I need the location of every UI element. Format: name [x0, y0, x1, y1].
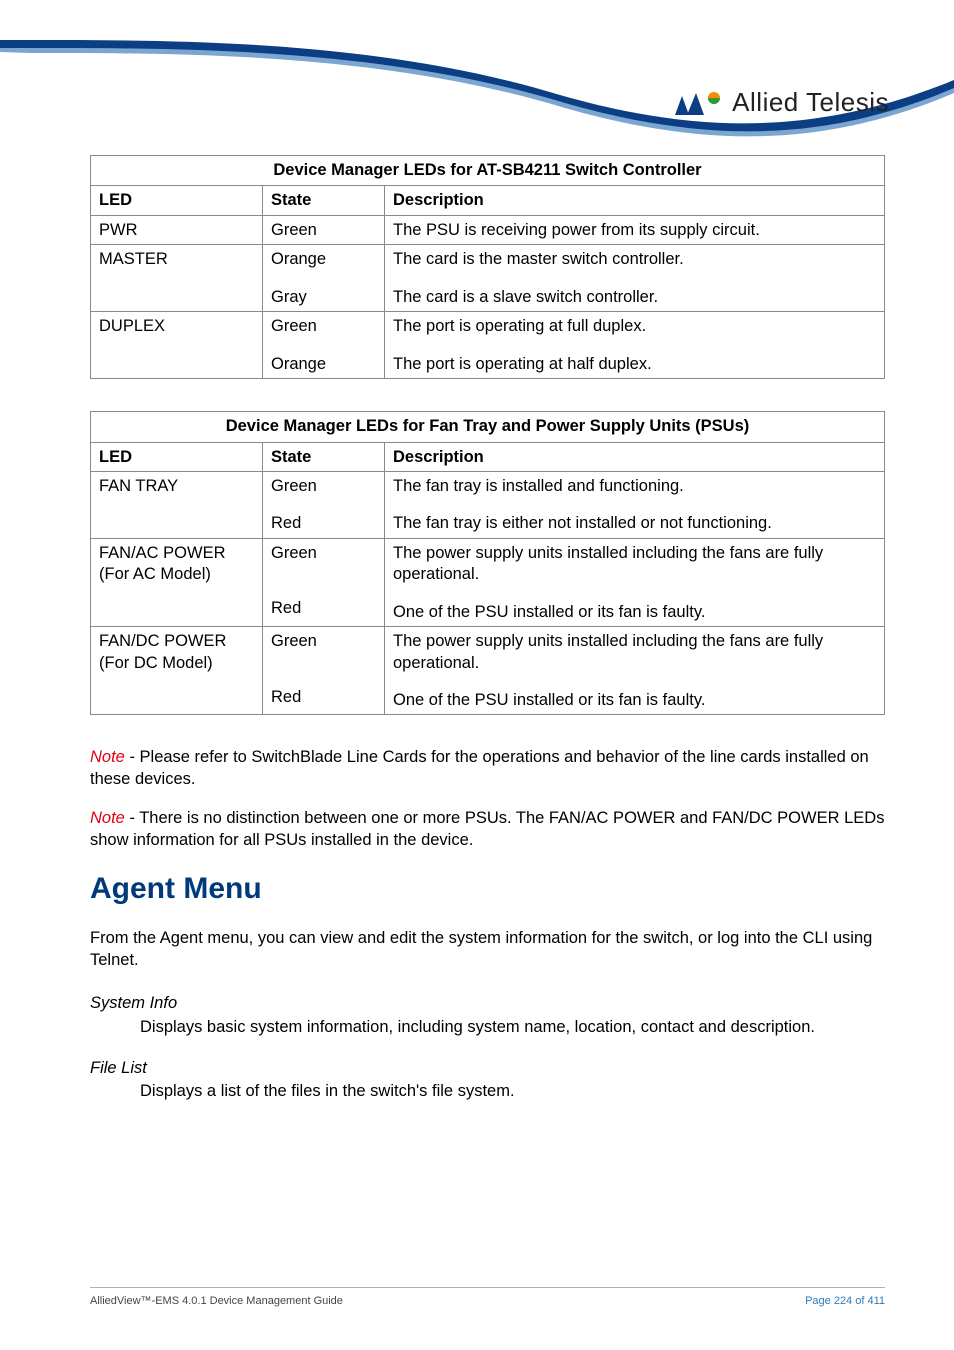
cell-state: Green Orange — [263, 312, 385, 379]
table-row: FAN/DC POWER (For DC Model) Green Red Th… — [91, 627, 885, 715]
brand-logo-mark — [674, 90, 722, 116]
note-1: Note - Please refer to SwitchBlade Line … — [90, 747, 885, 790]
cell-desc-2: One of the PSU installed or its fan is f… — [393, 690, 876, 711]
cell-state-1: Green — [271, 476, 376, 497]
cell-state-1: Green — [271, 543, 376, 564]
cell-desc-2: The fan tray is either not installed or … — [393, 513, 876, 534]
led-table-sb4211: Device Manager LEDs for AT-SB4211 Switch… — [90, 155, 885, 379]
note-label: Note — [90, 809, 125, 827]
page-footer: AlliedView™-EMS 4.0.1 Device Management … — [90, 1287, 885, 1308]
cell-led: DUPLEX — [91, 312, 263, 379]
table1-caption: Device Manager LEDs for AT-SB4211 Switch… — [91, 156, 885, 186]
cell-state: Orange Gray — [263, 245, 385, 312]
cell-desc-1: The card is the master switch controller… — [393, 249, 876, 270]
cell-desc-2: One of the PSU installed or its fan is f… — [393, 602, 876, 623]
cell-desc: The PSU is receiving power from its supp… — [385, 215, 885, 244]
cell-state-2: Red — [271, 513, 376, 534]
cell-desc: The fan tray is installed and functionin… — [385, 471, 885, 538]
table-row: FAN TRAY Green Red The fan tray is insta… — [91, 471, 885, 538]
table-row: FAN/AC POWER (For AC Model) Green Red Th… — [91, 538, 885, 626]
table2-caption: Device Manager LEDs for Fan Tray and Pow… — [91, 412, 885, 442]
brand-logo-text: Allied Telesis — [732, 86, 889, 120]
table1-head-desc: Description — [385, 186, 885, 215]
brand-logo: Allied Telesis — [674, 86, 889, 120]
cell-desc: The port is operating at full duplex. Th… — [385, 312, 885, 379]
agent-intro: From the Agent menu, you can view and ed… — [90, 928, 885, 971]
table-row: DUPLEX Green Orange The port is operatin… — [91, 312, 885, 379]
cell-led-line2: (For AC Model) — [99, 565, 211, 583]
table-row: MASTER Orange Gray The card is the maste… — [91, 245, 885, 312]
cell-state: Green Red — [263, 471, 385, 538]
cell-desc-2: The port is operating at half duplex. — [393, 354, 876, 375]
note-2-body: - There is no distinction between one or… — [90, 809, 884, 848]
note-1-body: - Please refer to SwitchBlade Line Cards… — [90, 748, 869, 787]
cell-desc: The power supply units installed includi… — [385, 627, 885, 715]
cell-led: FAN TRAY — [91, 471, 263, 538]
cell-state-2: Red — [271, 598, 376, 619]
cell-desc-1: The power supply units installed includi… — [393, 543, 876, 586]
table-row: PWR Green The PSU is receiving power fro… — [91, 215, 885, 244]
cell-led: FAN/DC POWER (For DC Model) — [91, 627, 263, 715]
cell-state-1: Orange — [271, 249, 376, 270]
table1-head-state: State — [263, 186, 385, 215]
cell-state: Green — [263, 215, 385, 244]
footer-left: AlliedView™-EMS 4.0.1 Device Management … — [90, 1294, 343, 1308]
cell-state-1: Green — [271, 631, 376, 652]
cell-state-2: Red — [271, 687, 376, 708]
note-label: Note — [90, 748, 125, 766]
table2-head-desc: Description — [385, 442, 885, 471]
cell-desc-1: The port is operating at full duplex. — [393, 316, 876, 337]
footer-right: Page 224 of 411 — [805, 1294, 885, 1308]
def-body-system-info: Displays basic system information, inclu… — [140, 1017, 885, 1038]
cell-state-1: Green — [271, 316, 376, 337]
def-term-file-list: File List — [90, 1058, 885, 1079]
cell-desc: The card is the master switch controller… — [385, 245, 885, 312]
table2-head-led: LED — [91, 442, 263, 471]
cell-state-2: Orange — [271, 354, 376, 375]
cell-desc: The power supply units installed includi… — [385, 538, 885, 626]
table2-head-state: State — [263, 442, 385, 471]
header-swoosh — [0, 0, 954, 170]
cell-led-line2: (For DC Model) — [99, 654, 213, 672]
cell-led: FAN/AC POWER (For AC Model) — [91, 538, 263, 626]
cell-led-line1: FAN/DC POWER — [99, 632, 226, 650]
cell-led-line1: FAN/AC POWER — [99, 544, 226, 562]
agent-menu-heading: Agent Menu — [90, 869, 885, 908]
def-term-system-info: System Info — [90, 993, 885, 1014]
cell-state: Green Red — [263, 627, 385, 715]
table1-head-led: LED — [91, 186, 263, 215]
cell-led: PWR — [91, 215, 263, 244]
note-2: Note - There is no distinction between o… — [90, 808, 885, 851]
cell-state: Green Red — [263, 538, 385, 626]
led-table-psu: Device Manager LEDs for Fan Tray and Pow… — [90, 411, 885, 715]
cell-state-2: Gray — [271, 287, 376, 308]
cell-desc-1: The fan tray is installed and functionin… — [393, 476, 876, 497]
cell-desc-1: The power supply units installed includi… — [393, 631, 876, 674]
cell-desc-2: The card is a slave switch controller. — [393, 287, 876, 308]
cell-led: MASTER — [91, 245, 263, 312]
def-body-file-list: Displays a list of the files in the swit… — [140, 1081, 885, 1102]
